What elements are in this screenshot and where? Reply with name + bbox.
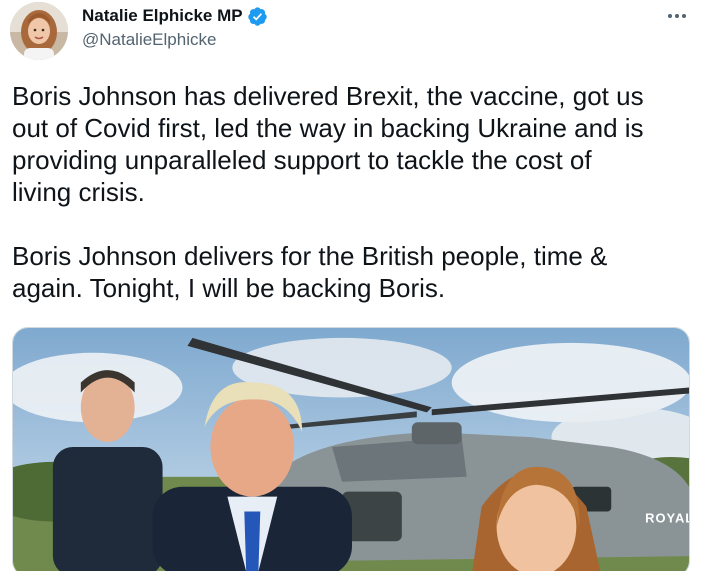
more-dots-icon[interactable] [663, 6, 691, 26]
tweet-paragraph: Boris Johnson delivers for the British p… [12, 241, 608, 303]
tweet-text: Boris Johnson has delivered Brexit, the … [12, 80, 694, 304]
avatar-photo [10, 2, 68, 60]
tweet-photo[interactable]: ROYAL [12, 327, 690, 571]
author-info: Natalie Elphicke MP @NatalieElphicke [82, 4, 268, 50]
helicopter-label: ROYAL [645, 510, 689, 525]
photo-helicopter-scene: ROYAL [13, 328, 689, 571]
dot [682, 14, 686, 18]
author-handle[interactable]: @NatalieElphicke [82, 30, 268, 50]
author-display-name[interactable]: Natalie Elphicke MP [82, 6, 243, 26]
name-row: Natalie Elphicke MP [82, 4, 268, 28]
verified-badge-icon [247, 6, 268, 27]
author-avatar[interactable] [10, 2, 68, 60]
dot [675, 14, 679, 18]
tweet-card: Natalie Elphicke MP @NatalieElphicke Bor… [0, 0, 707, 571]
tweet-paragraph: Boris Johnson has delivered Brexit, the … [12, 81, 644, 207]
dot [668, 14, 672, 18]
